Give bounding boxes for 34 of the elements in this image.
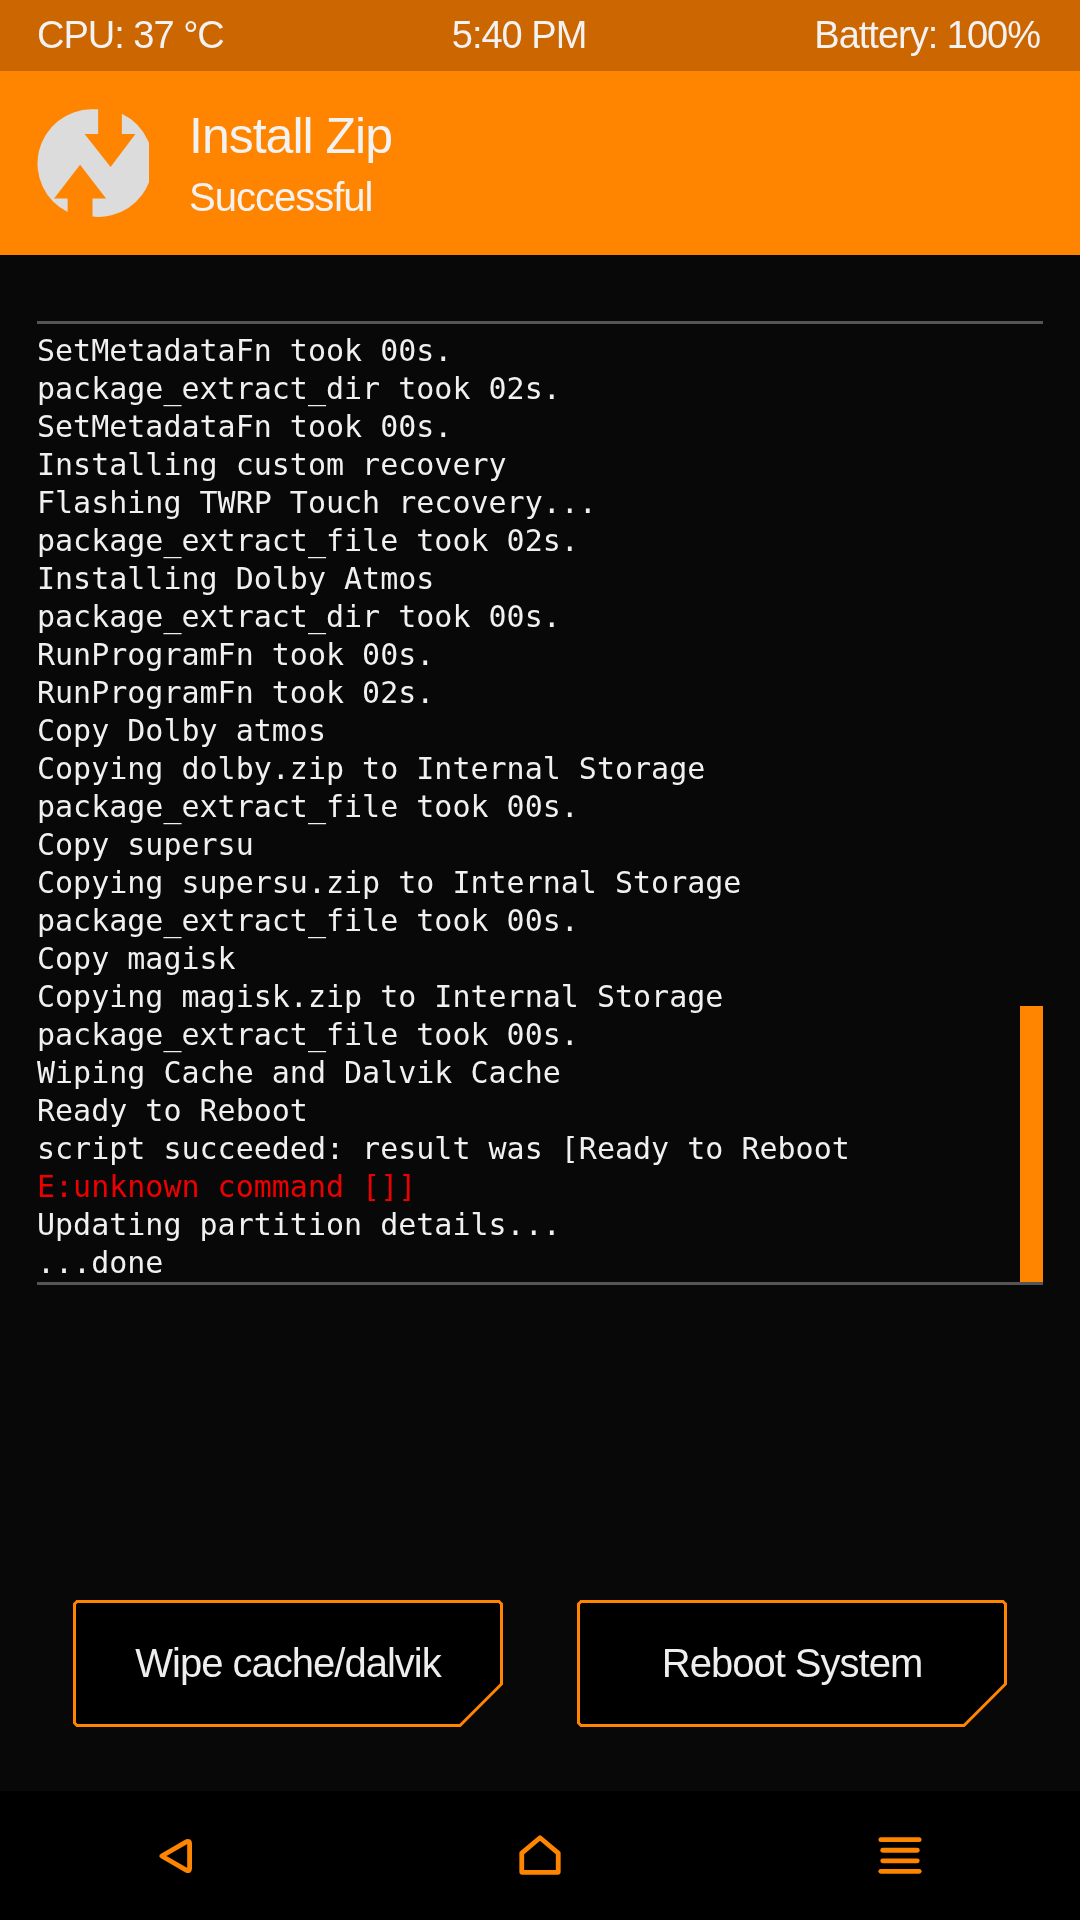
log-line: script succeeded: result was [Ready to Reboot bbox=[37, 1130, 850, 1168]
log-line: package_extract_file took 00s. bbox=[37, 902, 579, 940]
log-line: ...done bbox=[37, 1244, 164, 1282]
log-line: package_extract_file took 00s. bbox=[37, 788, 579, 826]
scrollbar[interactable] bbox=[1020, 1006, 1043, 1282]
action-button[interactable]: Reboot System bbox=[577, 1600, 1007, 1727]
battery-level: Battery: 100% bbox=[814, 14, 1040, 57]
log-line: Installing custom recovery bbox=[37, 446, 507, 484]
log-line: Updating partition details... bbox=[37, 1206, 561, 1244]
clock: 5:40 PM bbox=[451, 14, 587, 57]
log-line: package_extract_file took 02s. bbox=[37, 522, 579, 560]
log-line: Copy supersu bbox=[37, 826, 254, 864]
log-line: Copying dolby.zip to Internal Storage bbox=[37, 750, 706, 788]
log-line: Copying supersu.zip to Internal Storage bbox=[37, 864, 742, 902]
page-title: Install Zip bbox=[189, 106, 392, 165]
action-button[interactable]: Wipe cache/dalvik bbox=[73, 1600, 503, 1727]
log-line: Wiping Cache and Dalvik Cache bbox=[37, 1054, 561, 1092]
log-line: package_extract_file took 00s. bbox=[37, 1016, 579, 1054]
log-line: Copying magisk.zip to Internal Storage bbox=[37, 978, 724, 1016]
log-line: Ready to Reboot bbox=[37, 1092, 308, 1130]
log-line: SetMetadataFn took 00s. bbox=[37, 408, 453, 446]
log-line: Installing Dolby Atmos bbox=[37, 560, 435, 598]
log-line: SetMetadataFn took 00s. bbox=[37, 332, 453, 370]
page-subtitle: Successful bbox=[189, 174, 374, 220]
log-line: Flashing TWRP Touch recovery... bbox=[37, 484, 597, 522]
log-line: Copy Dolby atmos bbox=[37, 712, 326, 750]
log-line: Copy magisk bbox=[37, 940, 236, 978]
error-line: E:unknown command []] bbox=[37, 1168, 417, 1206]
logo-icon bbox=[36, 106, 149, 220]
log-line: RunProgramFn took 00s. bbox=[37, 636, 435, 674]
log-line: RunProgramFn took 02s. bbox=[37, 674, 435, 712]
log-line: package_extract_dir took 00s. bbox=[37, 598, 561, 636]
log-line: package_extract_dir took 02s. bbox=[37, 370, 561, 408]
cpu-temperature: CPU: 37 °C bbox=[37, 14, 224, 57]
